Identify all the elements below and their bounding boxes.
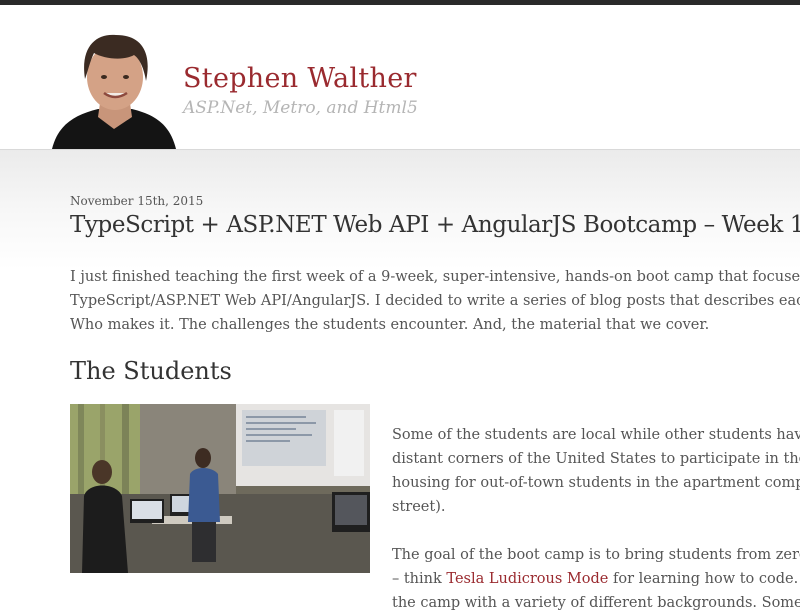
post-date: November 15th, 2015 [70, 194, 204, 208]
students-paragraphs: Some of the students are local while oth… [392, 423, 800, 615]
paragraph-text: for learning how to code. St [608, 571, 800, 587]
paragraph-line: distant corners of the United States to … [392, 451, 800, 467]
paragraph-line: street). [392, 499, 446, 515]
intro-line: Who makes it. The challenges the student… [70, 317, 710, 333]
intro-line: I just finished teaching the first week … [70, 269, 800, 285]
section-heading-students: The Students [70, 357, 232, 385]
tesla-ludicrous-mode-link[interactable]: Tesla Ludicrous Mode [446, 571, 608, 587]
bootcamp-classroom-photo [70, 404, 370, 573]
paragraph-line: The goal of the boot camp is to bring st… [392, 547, 800, 563]
post-title[interactable]: TypeScript + ASP.NET Web API + AngularJS… [70, 212, 800, 238]
site-title[interactable]: Stephen Walther [183, 63, 417, 94]
post-intro: I just finished teaching the first week … [70, 265, 800, 337]
paragraph-line: housing for out-of-town students in the … [392, 475, 800, 491]
author-avatar[interactable] [52, 33, 176, 149]
site-header: Stephen Walther ASP.Net, Metro, and Html… [0, 5, 800, 150]
intro-line: TypeScript/ASP.NET Web API/AngularJS. I … [70, 293, 800, 309]
paragraph-line: the camp with a variety of different bac… [392, 595, 800, 611]
paragraph-line-with-link: – think Tesla Ludicrous Mode for learnin… [392, 567, 800, 591]
site-tagline: ASP.Net, Metro, and Html5 [183, 98, 418, 118]
paragraph-text: – think [392, 571, 447, 587]
paragraph-line: Some of the students are local while oth… [392, 427, 800, 443]
